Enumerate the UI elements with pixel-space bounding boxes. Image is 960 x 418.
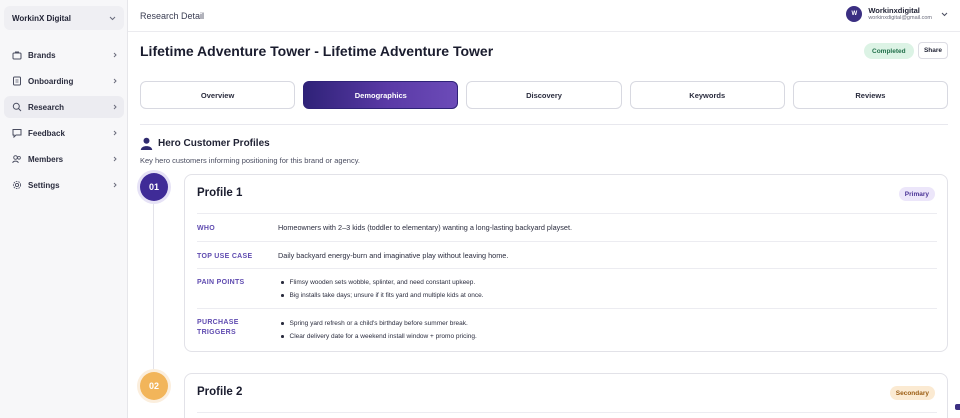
sidebar-item-research[interactable]: Research [4,96,124,118]
profile-row-use-case: TOP USE CASE Daily backyard energy-burn … [197,242,937,269]
breadcrumb: Research Detail [140,11,205,21]
list-item: Flimsy wooden sets wobble, splinter, and… [278,276,484,289]
tab-keywords[interactable]: Keywords [629,81,785,109]
chevron-right-icon [112,155,118,163]
sidebar-item-label: Research [28,102,65,112]
row-label: PURCHASE TRIGGERS [197,318,239,338]
help-widget-tab[interactable] [955,404,960,410]
row-label-line: TRIGGERS [197,329,236,336]
chevron-right-icon [112,129,118,137]
profile-card: Profile 1 Primary WHO Homeowners with 2–… [184,174,948,352]
list-item-text: Big installs take days; unsure if it fit… [289,292,484,299]
status-badge: Completed [864,43,914,59]
chevron-right-icon [112,51,118,59]
profile-row-pain-points: PAIN POINTS Flimsy wooden sets wobble, s… [197,269,937,309]
row-label: WHO [197,225,216,232]
users-icon [12,154,22,164]
row-value: Daily backyard energy-burn and imaginati… [278,251,509,260]
profile-row-who: WHO Homeowners with 2–3 kids (toddler to… [197,214,937,242]
list-item: Big installs take days; unsure if it fit… [278,289,484,302]
row-value: Homeowners with 2–3 kids (toddler to ele… [278,223,573,232]
chat-icon [12,128,22,138]
profile-badge: Primary [898,187,935,201]
chevron-right-icon [112,181,118,189]
sidebar-item-onboarding[interactable]: Onboarding [4,70,124,92]
chevron-right-icon [112,103,118,111]
divider [140,124,948,125]
gear-icon [12,180,22,190]
tab-discovery[interactable]: Discovery [466,81,622,109]
pain-points-list: Flimsy wooden sets wobble, splinter, and… [278,276,484,302]
page-title: Lifetime Adventure Tower - Lifetime Adve… [140,43,494,59]
search-icon [12,102,22,112]
document-icon [12,76,22,86]
sidebar-item-label: Members [28,154,64,164]
tab-overview[interactable]: Overview [140,81,296,109]
user-email: workinxdigital@gmail.com [868,15,932,21]
list-item-text: Spring yard refresh or a child's birthda… [289,320,468,327]
user-icon [140,137,153,150]
sidebar-item-settings[interactable]: Settings [4,174,124,196]
profile-number: 01 [140,173,168,201]
profile-badge: Secondary [889,386,935,400]
profile-row-purchase-triggers: PURCHASE TRIGGERS Spring yard refresh or… [197,309,937,351]
sidebar-nav: Brands Onboarding Research Feedback Memb… [4,44,124,200]
timeline-line [153,200,154,370]
list-item-text: Clear delivery date for a weekend instal… [289,333,477,340]
purchase-triggers-list: Spring yard refresh or a child's birthda… [278,317,477,343]
workspace-switcher[interactable]: WorkinX Digital [4,6,124,30]
list-item: Clear delivery date for a weekend instal… [278,330,477,343]
sidebar-item-label: Feedback [28,128,65,138]
row-label: TOP USE CASE [197,253,253,260]
tab-bar: Overview Demographics Discovery Keywords… [140,81,949,109]
sidebar-item-label: Brands [28,50,56,60]
chevron-right-icon [112,77,118,85]
row-label: PAIN POINTS [197,279,245,286]
section-title: Hero Customer Profiles [158,138,270,149]
sidebar-item-label: Onboarding [28,76,74,86]
sidebar-item-feedback[interactable]: Feedback [4,122,124,144]
briefcase-icon [12,50,22,60]
profile-number: 02 [140,372,168,400]
sidebar-item-brands[interactable]: Brands [4,44,124,66]
tab-demographics[interactable]: Demographics [303,81,459,109]
user-menu[interactable]: W Workinxdigital workinxdigital@gmail.co… [846,6,948,22]
profile-card: Profile 2 Secondary [184,373,948,418]
chevron-down-icon [108,14,116,22]
workspace-name: WorkinX Digital [12,13,71,23]
chevron-down-icon[interactable] [940,10,948,18]
avatar: W [846,6,863,22]
list-item: Spring yard refresh or a child's birthda… [278,317,477,330]
divider [197,412,937,413]
topbar: Research Detail W Workinxdigital workinx… [128,0,960,32]
list-item-text: Flimsy wooden sets wobble, splinter, and… [289,279,476,286]
sidebar: WorkinX Digital Brands Onboarding Resear… [0,0,128,418]
tab-reviews[interactable]: Reviews [792,81,949,109]
user-name: Workinxdigital [868,5,920,15]
section-description: Key hero customers informing positioning… [140,156,360,165]
sidebar-item-label: Settings [28,180,60,190]
profile-title: Profile 2 [197,386,243,398]
sidebar-item-members[interactable]: Members [4,148,124,170]
row-label-line: PURCHASE [197,319,239,326]
share-button[interactable]: Share [918,42,948,59]
profile-title: Profile 1 [197,187,243,199]
